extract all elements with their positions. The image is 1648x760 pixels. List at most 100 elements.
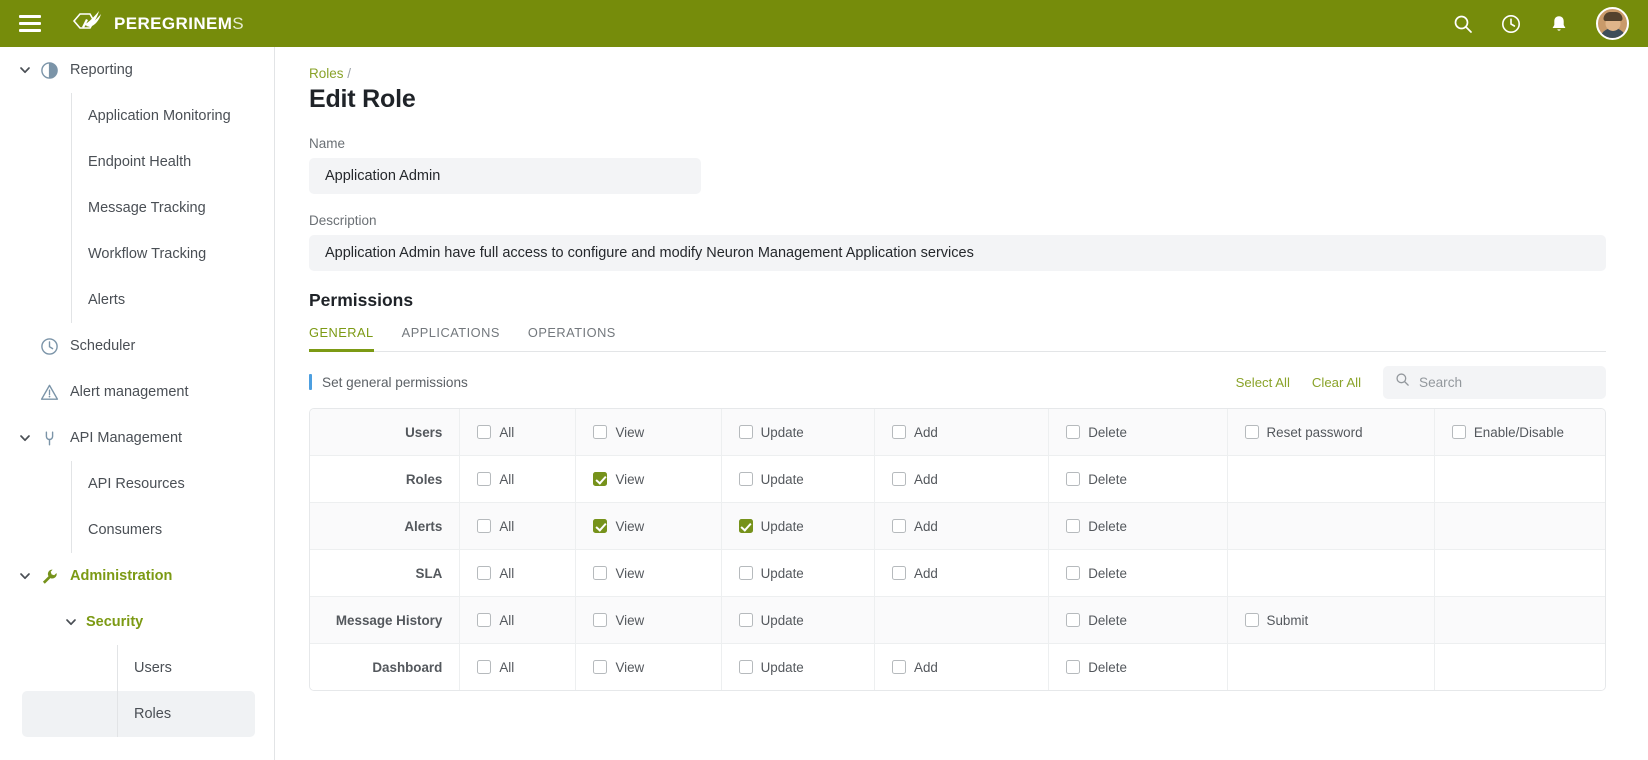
breadcrumb-link-roles[interactable]: Roles <box>309 66 344 81</box>
checkbox[interactable] <box>477 519 492 533</box>
checkbox[interactable] <box>892 566 907 580</box>
permission-cell-view[interactable]: View <box>576 503 722 550</box>
permission-cell-update[interactable]: Update <box>721 409 876 456</box>
checkbox[interactable] <box>738 472 753 486</box>
sidebar-item-alert-management[interactable]: Alert management <box>0 369 274 415</box>
permission-cell-all[interactable]: All <box>460 409 577 456</box>
permission-cell-update[interactable]: Update <box>721 456 876 503</box>
tab-operations[interactable]: OPERATIONS <box>528 325 616 351</box>
search-icon[interactable] <box>1452 13 1474 35</box>
name-field-label: Name <box>309 136 346 151</box>
permission-cell-empty <box>1227 456 1435 503</box>
checkbox[interactable] <box>892 425 907 439</box>
checkbox[interactable] <box>892 660 907 674</box>
checkbox[interactable] <box>1066 660 1081 674</box>
permission-cell-add[interactable]: Add <box>875 456 1050 503</box>
sidebar-item-alerts[interactable]: Alerts <box>0 277 274 323</box>
user-avatar[interactable] <box>1596 7 1629 40</box>
checkbox-label: All <box>499 659 515 675</box>
permission-cell-add[interactable]: Add <box>875 644 1050 690</box>
permission-cell-update[interactable]: Update <box>721 503 876 550</box>
checkbox[interactable] <box>593 660 608 674</box>
permission-cell-delete[interactable]: Delete <box>1049 456 1228 503</box>
checkbox-checked[interactable] <box>738 519 753 533</box>
checkbox-checked[interactable] <box>593 519 608 533</box>
checkbox[interactable] <box>1244 613 1259 627</box>
bell-icon[interactable] <box>1548 13 1570 35</box>
checkbox[interactable] <box>1066 472 1081 486</box>
permission-cell-all[interactable]: All <box>460 644 577 690</box>
permission-cell-delete[interactable]: Delete <box>1049 550 1228 597</box>
select-all-button[interactable]: Select All <box>1236 375 1290 390</box>
sidebar-item-users[interactable]: Users <box>0 645 274 691</box>
tab-general[interactable]: GENERAL <box>309 325 374 352</box>
permission-cell-delete[interactable]: Delete <box>1049 503 1228 550</box>
checkbox[interactable] <box>892 472 907 486</box>
permission-cell-all[interactable]: All <box>460 456 577 503</box>
checkbox[interactable] <box>738 566 753 580</box>
sidebar-item-administration[interactable]: Administration <box>0 553 274 599</box>
checkbox[interactable] <box>593 566 608 580</box>
permission-cell-delete[interactable]: Delete <box>1049 597 1228 644</box>
checkbox[interactable] <box>892 519 907 533</box>
clear-all-button[interactable]: Clear All <box>1312 375 1361 390</box>
chart-pie-icon <box>40 61 59 80</box>
sidebar-item-api-management[interactable]: API Management <box>0 415 274 461</box>
sidebar-item-consumers[interactable]: Consumers <box>0 507 274 553</box>
checkbox[interactable] <box>1066 519 1081 533</box>
checkbox[interactable] <box>477 425 492 439</box>
permission-cell-reset-password[interactable]: Reset password <box>1227 409 1435 456</box>
permission-cell-submit[interactable]: Submit <box>1227 597 1435 644</box>
checkbox[interactable] <box>1244 425 1259 439</box>
checkbox[interactable] <box>1066 613 1081 627</box>
sidebar-item-workflow-tracking[interactable]: Workflow Tracking <box>0 231 274 277</box>
permission-cell-view[interactable]: View <box>576 456 722 503</box>
checkbox[interactable] <box>1451 425 1466 439</box>
permission-cell-add[interactable]: Add <box>875 409 1050 456</box>
checkbox[interactable] <box>1066 566 1081 580</box>
checkbox[interactable] <box>593 425 608 439</box>
permission-cell-all[interactable]: All <box>460 550 577 597</box>
checkbox-checked[interactable] <box>593 472 608 486</box>
permission-cell-enable-disable[interactable]: Enable/Disable <box>1434 409 1605 456</box>
sidebar-item-reporting[interactable]: Reporting <box>0 47 274 93</box>
permission-cell-add[interactable]: Add <box>875 550 1050 597</box>
permission-cell-update[interactable]: Update <box>721 597 876 644</box>
checkbox[interactable] <box>477 472 492 486</box>
sidebar-item-endpoint-health[interactable]: Endpoint Health <box>0 139 274 185</box>
sidebar-item-api-resources[interactable]: API Resources <box>0 461 274 507</box>
checkbox[interactable] <box>477 566 492 580</box>
permission-cell-delete[interactable]: Delete <box>1049 644 1228 690</box>
permission-cell-update[interactable]: Update <box>721 644 876 690</box>
permission-cell-all[interactable]: All <box>460 597 577 644</box>
search-input[interactable]: Search <box>1383 365 1606 399</box>
permission-cell-view[interactable]: View <box>576 597 722 644</box>
sidebar-item-scheduler[interactable]: Scheduler <box>0 323 274 369</box>
permission-cell-view[interactable]: View <box>576 409 722 456</box>
permission-cell-update[interactable]: Update <box>721 550 876 597</box>
sidebar-item-roles[interactable]: Roles <box>22 691 255 737</box>
sidebar-item-label: Security <box>86 614 144 630</box>
permission-cell-add[interactable]: Add <box>875 503 1050 550</box>
hamburger-menu-icon[interactable] <box>19 15 41 32</box>
permission-cell-delete[interactable]: Delete <box>1049 409 1228 456</box>
name-input[interactable]: Application Admin <box>309 158 701 194</box>
checkbox[interactable] <box>738 660 753 674</box>
checkbox[interactable] <box>1066 425 1081 439</box>
permission-cell-all[interactable]: All <box>460 503 577 550</box>
clock-icon[interactable] <box>1500 13 1522 35</box>
permission-cell-view[interactable]: View <box>576 550 722 597</box>
sidebar-item-message-tracking[interactable]: Message Tracking <box>0 185 274 231</box>
checkbox[interactable] <box>477 613 492 627</box>
brand-logo-group[interactable]: PEREGRINEMS <box>70 9 244 39</box>
checkbox[interactable] <box>593 613 608 627</box>
checkbox[interactable] <box>738 425 753 439</box>
permission-cell-view[interactable]: View <box>576 644 722 690</box>
tab-applications[interactable]: APPLICATIONS <box>402 325 500 351</box>
checkbox[interactable] <box>738 613 753 627</box>
sidebar-item-application-monitoring[interactable]: Application Monitoring <box>0 93 274 139</box>
sidebar-item-security[interactable]: Security <box>0 599 274 645</box>
description-input[interactable]: Application Admin have full access to co… <box>309 235 1606 271</box>
peregrine-bird-logo-icon <box>70 9 106 39</box>
checkbox[interactable] <box>477 660 492 674</box>
